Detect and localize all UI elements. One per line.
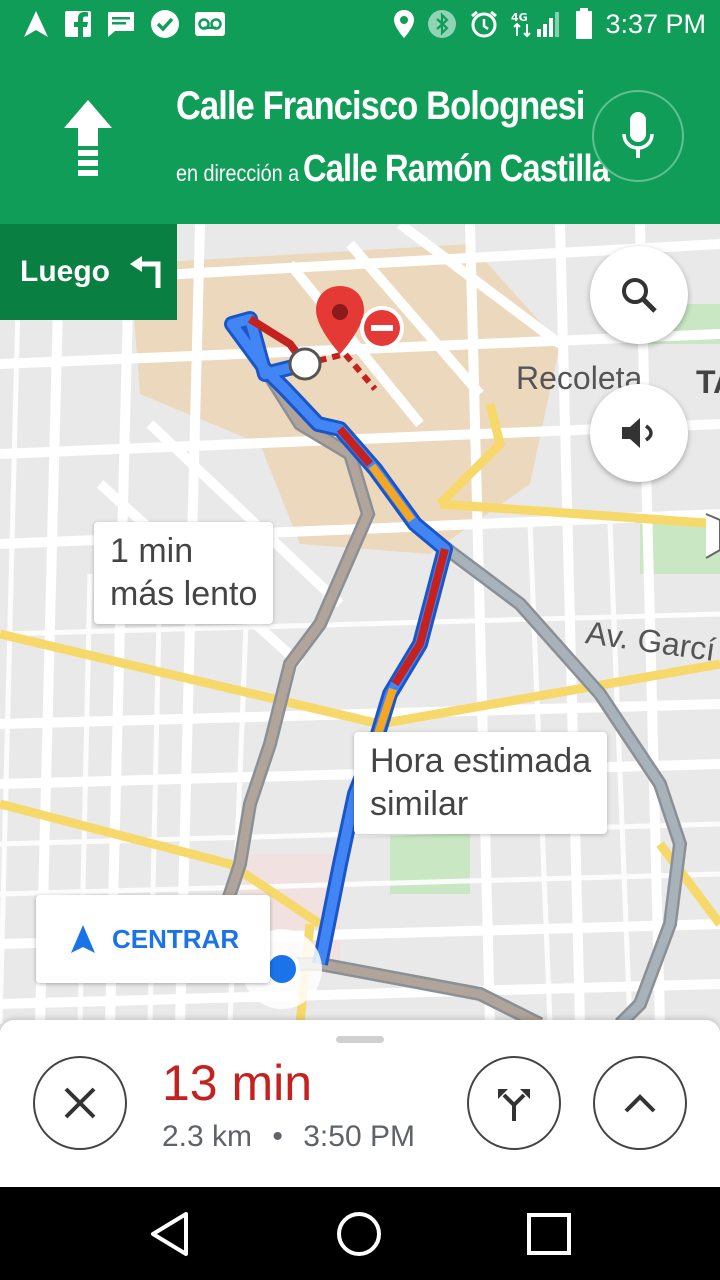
- bubble-line: similar: [370, 785, 469, 823]
- trip-details: 2.3 km • 3:50 PM: [162, 1120, 415, 1154]
- voice-search-button[interactable]: [592, 90, 684, 182]
- bubble-line: Hora estimada: [370, 742, 592, 780]
- alternate-routes-button[interactable]: [467, 1056, 561, 1150]
- bubble-line: más lento: [110, 575, 258, 613]
- arrival-time: 3:50 PM: [303, 1120, 415, 1153]
- route-bubble-similar[interactable]: Hora estimada similar: [354, 732, 608, 834]
- bubble-line: 1 min: [110, 532, 194, 570]
- microphone-icon: [622, 112, 654, 158]
- recenter-button[interactable]: CENTRAR: [36, 895, 270, 983]
- fork-routes-icon: [498, 1089, 530, 1121]
- towards-line: en dirección a Calle Ramón Castilla: [176, 148, 610, 191]
- waypoint-marker[interactable]: [288, 347, 322, 381]
- location-pin-icon: [394, 10, 415, 38]
- separator-dot: •: [272, 1120, 283, 1153]
- map-label-ta: TA: [696, 364, 720, 400]
- turn-left-icon: [130, 256, 161, 288]
- 4g-signal-icon: 4G: [511, 11, 560, 38]
- bluetooth-icon: [428, 10, 457, 38]
- search-icon: [622, 278, 657, 313]
- drag-handle[interactable]: [336, 1036, 384, 1043]
- status-bar: 4G 3:37 PM: [0, 0, 720, 48]
- home-icon[interactable]: [336, 1211, 382, 1257]
- route-shield-icon: [705, 513, 720, 559]
- close-icon: [64, 1087, 96, 1119]
- chevron-up-icon: [624, 1094, 656, 1113]
- clock: 3:37 PM: [605, 8, 706, 39]
- navigation-arrow-icon: [71, 925, 95, 953]
- system-navigation-bar: [0, 1187, 720, 1280]
- remove-stop-icon[interactable]: [360, 306, 404, 350]
- navigation-icon: [24, 11, 48, 37]
- current-street: Calle Francisco Bolognesi: [176, 84, 585, 128]
- back-icon[interactable]: [148, 1211, 192, 1257]
- recent-apps-icon[interactable]: [527, 1213, 571, 1255]
- trip-distance: 2.3 km: [162, 1120, 253, 1153]
- trip-duration: 13 min: [162, 1055, 313, 1111]
- volume-icon: [622, 418, 653, 448]
- current-location-icon: [264, 951, 300, 987]
- towards-prefix: en dirección a: [176, 160, 300, 186]
- message-icon: [108, 12, 134, 37]
- expand-panel-button[interactable]: [593, 1056, 687, 1150]
- trip-panel[interactable]: 13 min 2.3 km • 3:50 PM: [0, 1020, 720, 1187]
- recenter-label: CENTRAR: [112, 923, 240, 954]
- search-button[interactable]: [590, 246, 688, 344]
- battery-icon: [576, 8, 593, 39]
- next-maneuver-card: Luego: [0, 224, 177, 320]
- towards-street: Calle Ramón Castilla: [302, 148, 610, 190]
- sound-button[interactable]: [590, 384, 688, 482]
- next-maneuver-label: Luego: [20, 255, 110, 288]
- alarm-icon: [471, 10, 498, 38]
- route-bubble-slower[interactable]: 1 min más lento: [94, 522, 274, 624]
- navigation-header: Calle Francisco Bolognesi en dirección a…: [0, 48, 720, 224]
- straight-arrow-icon: [64, 100, 112, 176]
- check-circle-icon: [151, 10, 179, 38]
- exit-navigation-button[interactable]: [33, 1056, 127, 1150]
- svg-text:4G: 4G: [511, 11, 528, 24]
- voicemail-icon: [195, 12, 225, 36]
- facebook-icon: [65, 11, 91, 38]
